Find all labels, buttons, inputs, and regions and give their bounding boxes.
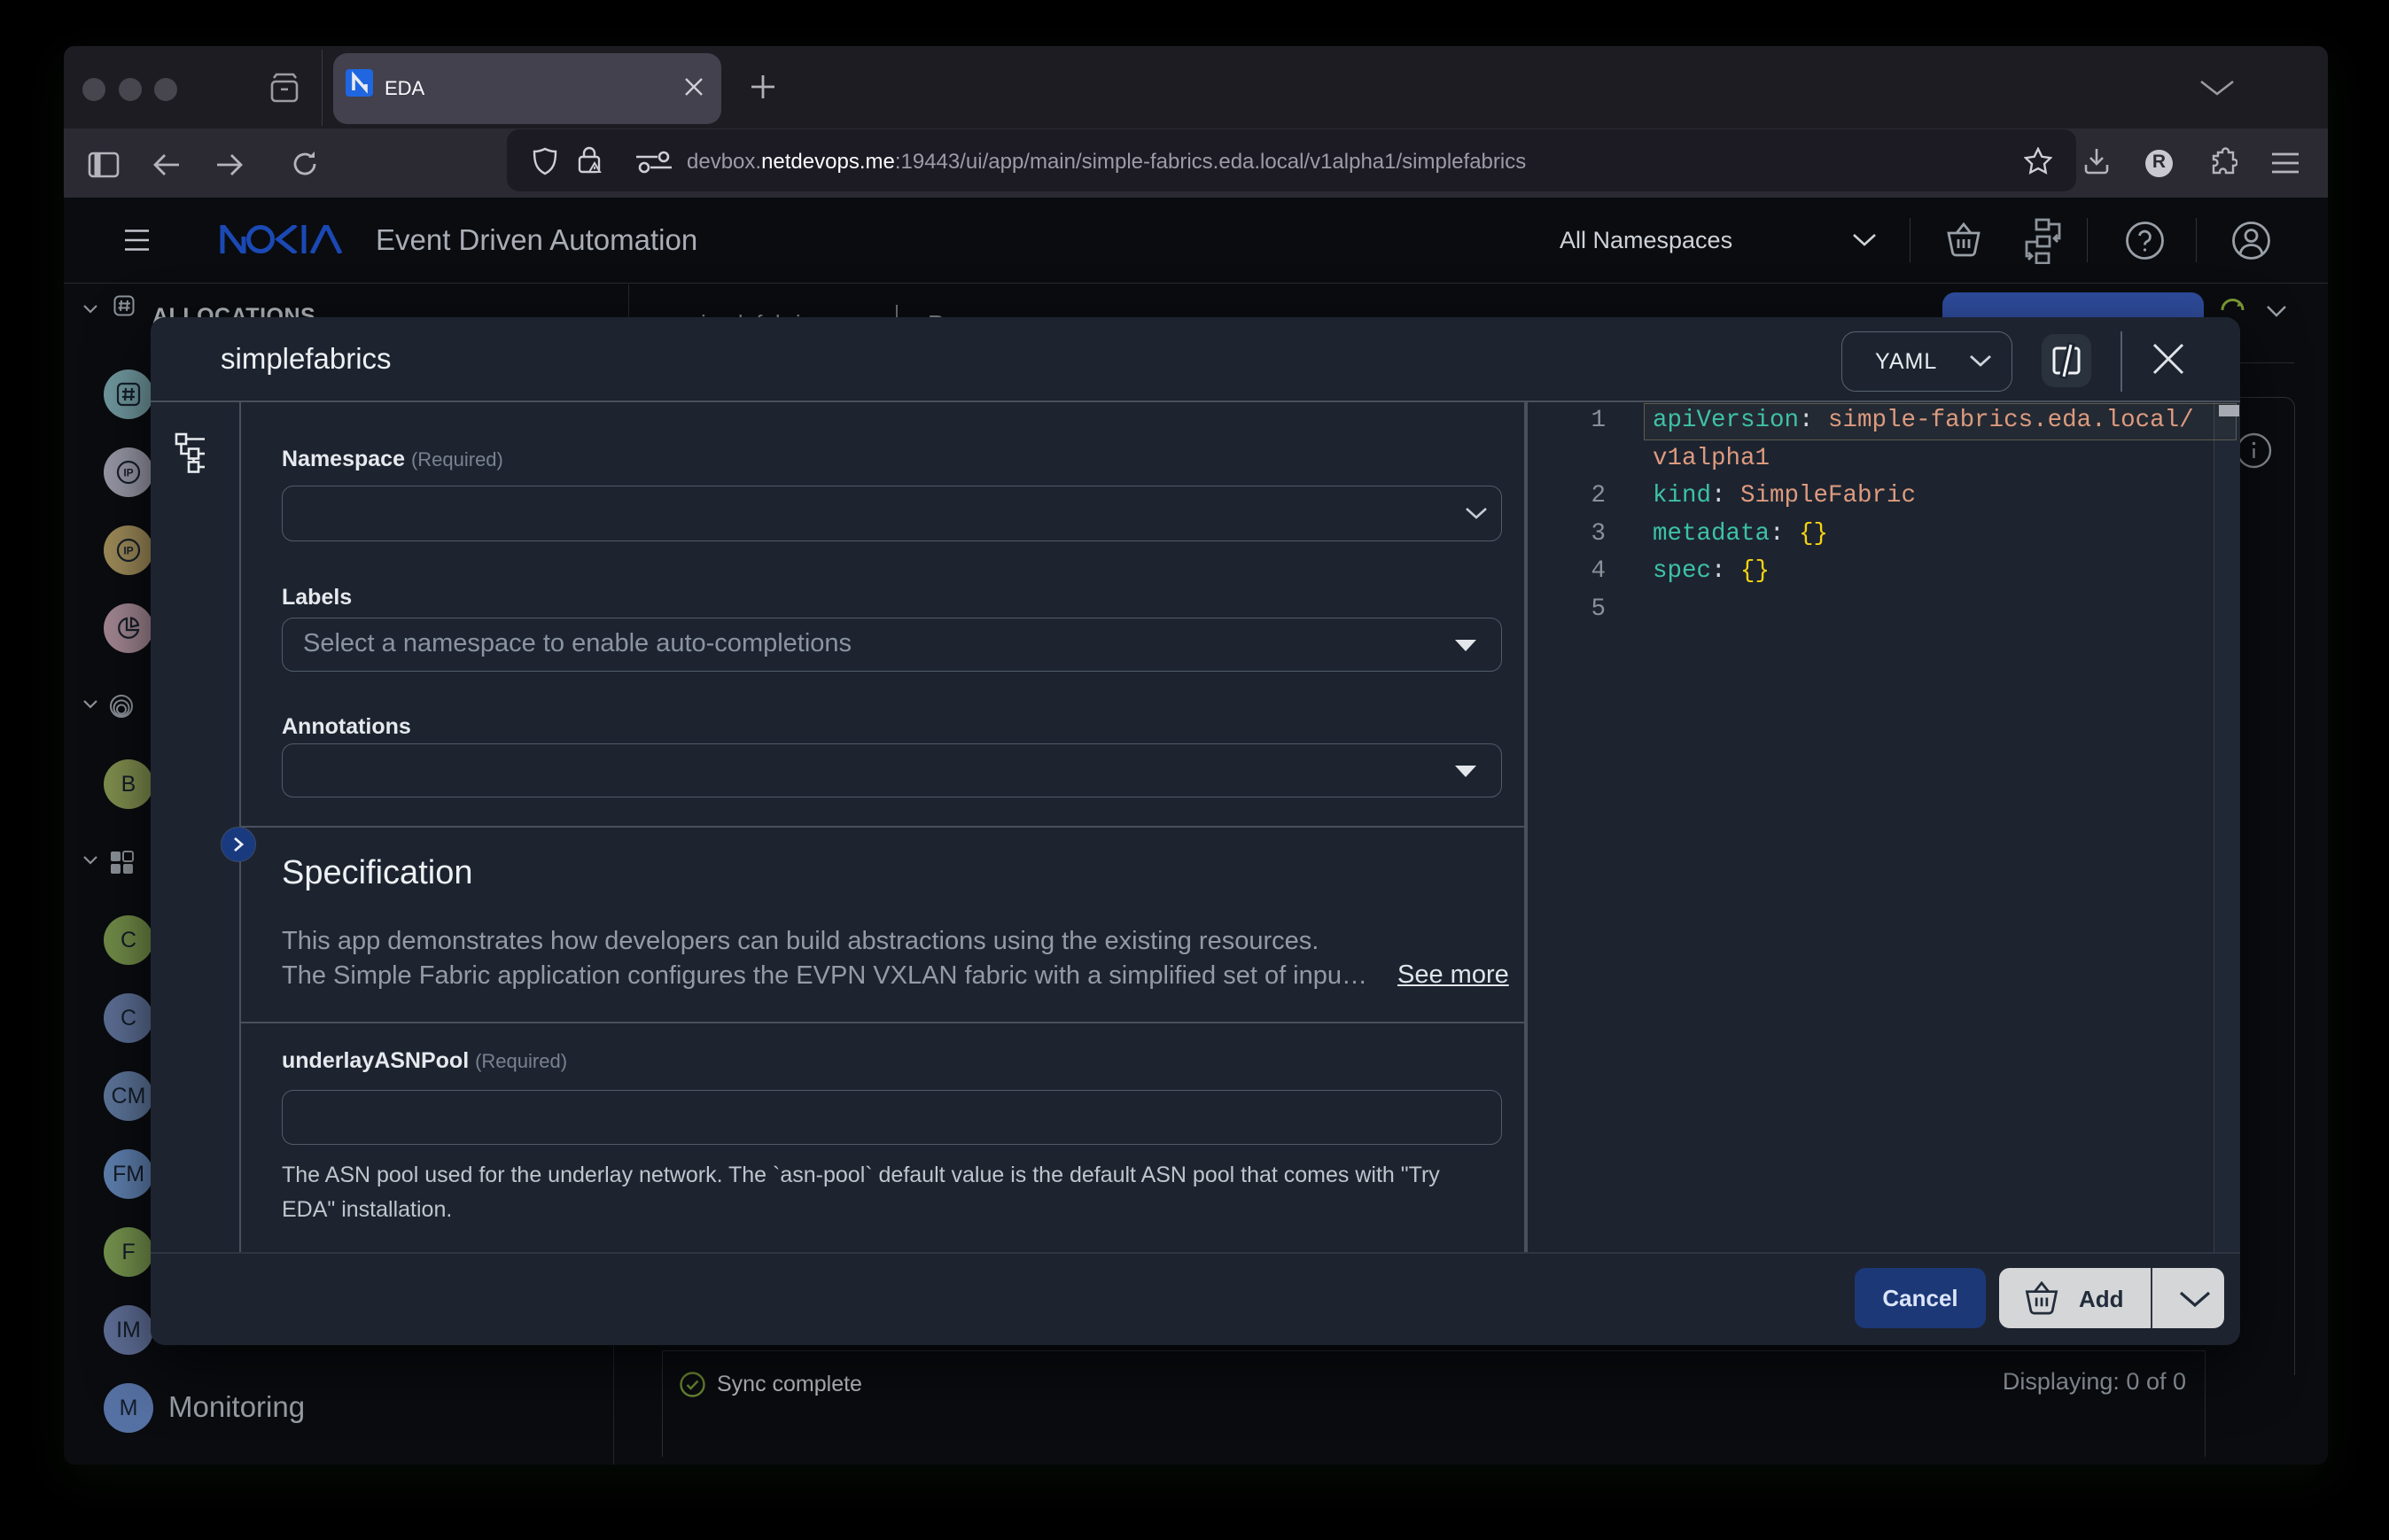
svg-text:IP: IP [123,545,133,557]
svg-text:IP: IP [123,467,133,479]
